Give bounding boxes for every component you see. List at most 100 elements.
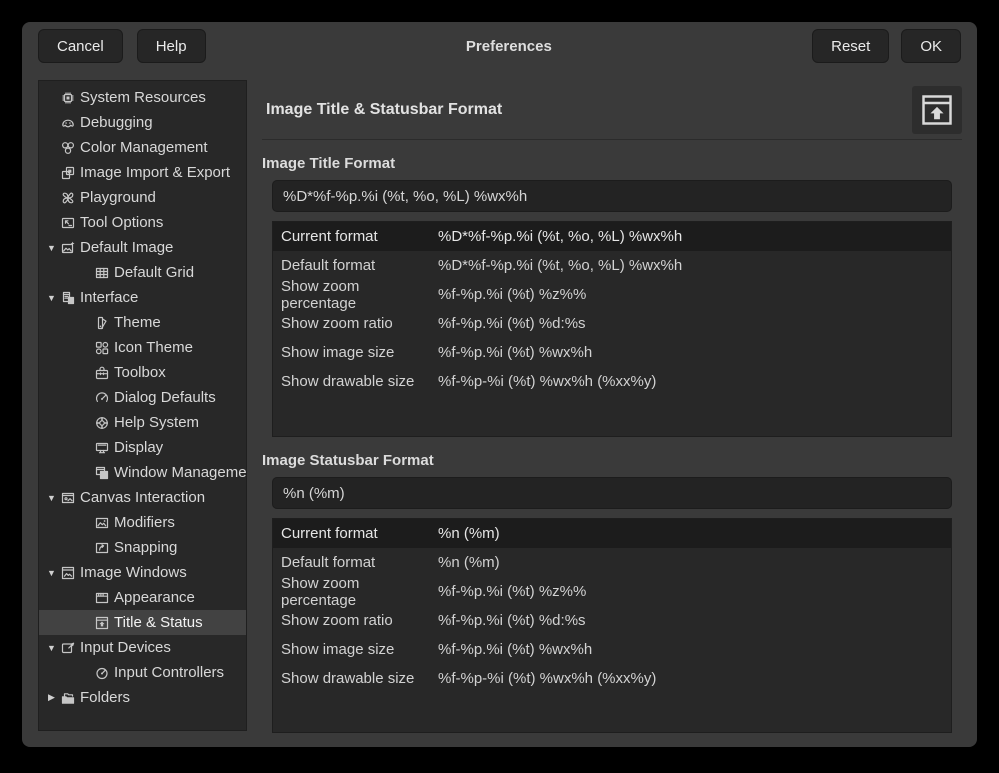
chip-icon bbox=[60, 90, 76, 106]
format-row-value: %n (%m) bbox=[438, 554, 951, 571]
ok-button[interactable]: OK bbox=[901, 29, 961, 63]
window-up-arrow-icon bbox=[912, 86, 962, 134]
sidebar-item-toolbox[interactable]: Toolbox bbox=[39, 360, 246, 385]
import-export-icon bbox=[60, 165, 76, 181]
sidebar-item-label: Snapping bbox=[114, 539, 177, 556]
image-statusbar-format-input[interactable] bbox=[272, 477, 952, 509]
folders-icon bbox=[60, 690, 76, 706]
toolbox-icon bbox=[94, 365, 110, 381]
sidebar-item-default-image[interactable]: ▼Default Image bbox=[39, 235, 246, 260]
format-row-show-drawable-size[interactable]: Show drawable size%f-%p-%i (%t) %wx%h (%… bbox=[273, 367, 951, 396]
sidebar-item-interface[interactable]: ▼Interface bbox=[39, 285, 246, 310]
cancel-button[interactable]: Cancel bbox=[38, 29, 123, 63]
sidebar-item-icon-theme[interactable]: Icon Theme bbox=[39, 335, 246, 360]
section-label: Image Title Format bbox=[262, 155, 962, 173]
sidebar-item-label: Toolbox bbox=[114, 364, 166, 381]
expander-down-icon[interactable]: ▼ bbox=[43, 293, 60, 303]
preferences-category-tree: System Resources Debugging Color Managemen… bbox=[38, 80, 247, 731]
sidebar-item-theme[interactable]: Theme bbox=[39, 310, 246, 335]
image-title-format-list: Current format%D*%f-%p.%i (%t, %o, %L) %… bbox=[272, 221, 952, 437]
sidebar-item-window-management[interactable]: Window Management bbox=[39, 460, 246, 485]
sidebar-item-label: Debugging bbox=[80, 114, 153, 131]
format-row-value: %f-%p-%i (%t) %wx%h (%xx%y) bbox=[438, 670, 951, 687]
format-row-default-format[interactable]: Default format%n (%m) bbox=[273, 548, 951, 577]
format-row-show-zoom-ratio[interactable]: Show zoom ratio%f-%p.%i (%t) %d:%s bbox=[273, 606, 951, 635]
format-row-label: Show drawable size bbox=[281, 373, 438, 390]
sidebar-item-image-windows[interactable]: ▼ Image Windows bbox=[39, 560, 246, 585]
format-row-label: Default format bbox=[281, 257, 438, 274]
format-row-value: %f-%p.%i (%t) %wx%h bbox=[438, 344, 951, 361]
sidebar-item-label: Playground bbox=[80, 189, 156, 206]
image-window-icon bbox=[60, 565, 76, 581]
format-row-value: %f-%p.%i (%t) %d:%s bbox=[438, 612, 951, 629]
sidebar-item-display[interactable]: Display bbox=[39, 435, 246, 460]
sidebar-item-tool-options[interactable]: Tool Options bbox=[39, 210, 246, 235]
sidebar-item-default-grid[interactable]: Default Grid bbox=[39, 260, 246, 285]
help-button[interactable]: Help bbox=[137, 29, 206, 63]
format-row-show-image-size[interactable]: Show image size%f-%p.%i (%t) %wx%h bbox=[273, 338, 951, 367]
sidebar-item-label: Theme bbox=[114, 314, 161, 331]
sidebar-item-modifiers[interactable]: Modifiers bbox=[39, 510, 246, 535]
sidebar-item-system-resources[interactable]: System Resources bbox=[39, 85, 246, 110]
sidebar-item-label: Folders bbox=[80, 689, 130, 706]
expander-down-icon[interactable]: ▼ bbox=[43, 643, 60, 653]
expander-down-icon[interactable]: ▼ bbox=[43, 243, 60, 253]
sidebar-item-help-system[interactable]: Help System bbox=[39, 410, 246, 435]
expander-down-icon[interactable]: ▼ bbox=[43, 568, 60, 578]
format-row-show-drawable-size[interactable]: Show drawable size%f-%p-%i (%t) %wx%h (%… bbox=[273, 664, 951, 693]
sidebar-item-image-import-export[interactable]: Image Import & Export bbox=[39, 160, 246, 185]
reset-button[interactable]: Reset bbox=[812, 29, 889, 63]
format-row-label: Show drawable size bbox=[281, 670, 438, 687]
sidebar-item-label: Color Management bbox=[80, 139, 208, 156]
canvas-icon bbox=[60, 490, 76, 506]
format-row-value: %D*%f-%p.%i (%t, %o, %L) %wx%h bbox=[438, 228, 951, 245]
theme-swatches-icon bbox=[94, 315, 110, 331]
expander-right-icon[interactable]: ▶ bbox=[43, 692, 60, 703]
format-row-current-format[interactable]: Current format%n (%m) bbox=[273, 519, 951, 548]
format-row-current-format[interactable]: Current format%D*%f-%p.%i (%t, %o, %L) %… bbox=[273, 222, 951, 251]
sidebar-item-snapping[interactable]: Snapping bbox=[39, 535, 246, 560]
interface-windows-icon bbox=[60, 290, 76, 306]
format-row-label: Show image size bbox=[281, 641, 438, 658]
sidebar-item-label: Image Windows bbox=[80, 564, 187, 581]
format-row-label: Show zoom percentage bbox=[281, 278, 438, 312]
dialog-title: Preferences bbox=[206, 38, 813, 55]
format-row-show-image-size[interactable]: Show image size%f-%p.%i (%t) %wx%h bbox=[273, 635, 951, 664]
sidebar-item-input-devices[interactable]: ▼Input Devices bbox=[39, 635, 246, 660]
grid-icon bbox=[94, 265, 110, 281]
sidebar-item-folders[interactable]: ▶ Folders bbox=[39, 685, 246, 710]
expander-down-icon[interactable]: ▼ bbox=[43, 493, 60, 503]
sidebar-item-appearance[interactable]: Appearance bbox=[39, 585, 246, 610]
format-row-show-zoom-percentage[interactable]: Show zoom percentage%f-%p.%i (%t) %z%% bbox=[273, 577, 951, 606]
sidebar-item-label: Display bbox=[114, 439, 163, 456]
sidebar-item-dialog-defaults[interactable]: Dialog Defaults bbox=[39, 385, 246, 410]
sidebar-item-color-management[interactable]: Color Management bbox=[39, 135, 246, 160]
icon-grid-icon bbox=[94, 340, 110, 356]
format-row-default-format[interactable]: Default format%D*%f-%p.%i (%t, %o, %L) %… bbox=[273, 251, 951, 280]
snapping-icon bbox=[94, 540, 110, 556]
image-title-format-section: Image Title Format Current format%D*%f-%… bbox=[262, 155, 962, 437]
sidebar-item-label: Help System bbox=[114, 414, 199, 431]
lifebuoy-icon bbox=[94, 415, 110, 431]
format-row-value: %f-%p-%i (%t) %wx%h (%xx%y) bbox=[438, 373, 951, 390]
sidebar-item-title-status[interactable]: Title & Status bbox=[39, 610, 246, 635]
monitor-icon bbox=[94, 440, 110, 456]
format-row-show-zoom-percentage[interactable]: Show zoom percentage%f-%p.%i (%t) %z%% bbox=[273, 280, 951, 309]
sidebar-item-label: Icon Theme bbox=[114, 339, 193, 356]
format-row-label: Default format bbox=[281, 554, 438, 571]
sidebar-item-canvas-interaction[interactable]: ▼Canvas Interaction bbox=[39, 485, 246, 510]
title-status-panel: Image Title & Statusbar Format Image Tit… bbox=[262, 80, 962, 731]
dial-icon bbox=[94, 390, 110, 406]
image-title-format-input[interactable] bbox=[272, 180, 952, 212]
panel-header: Image Title & Statusbar Format bbox=[262, 80, 962, 140]
controller-dial-icon bbox=[94, 665, 110, 681]
format-row-show-zoom-ratio[interactable]: Show zoom ratio%f-%p.%i (%t) %d:%s bbox=[273, 309, 951, 338]
image-star-icon bbox=[60, 240, 76, 256]
sidebar-item-input-controllers[interactable]: Input Controllers bbox=[39, 660, 246, 685]
sidebar-item-label: Window Management bbox=[114, 464, 246, 481]
sidebar-item-playground[interactable]: Playground bbox=[39, 185, 246, 210]
format-row-value: %f-%p.%i (%t) %wx%h bbox=[438, 641, 951, 658]
sidebar-item-debugging[interactable]: Debugging bbox=[39, 110, 246, 135]
image-frame-icon bbox=[94, 515, 110, 531]
sidebar-item-label: Dialog Defaults bbox=[114, 389, 216, 406]
